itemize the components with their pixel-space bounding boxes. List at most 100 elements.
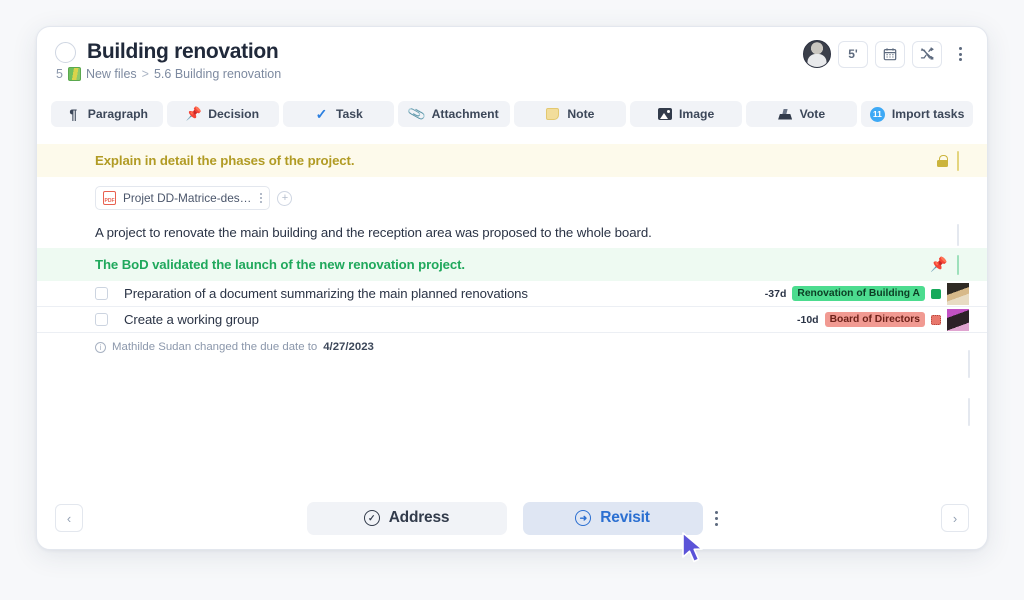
pilcrow-icon: ¶: [69, 106, 78, 122]
import-badge-icon: 11: [869, 106, 885, 122]
paragraph-rail-marker: [956, 224, 959, 246]
pushpin-icon[interactable]: 📌: [930, 256, 947, 273]
info-circle-icon: i: [95, 341, 106, 353]
task-meta: -10d Board of Directors: [797, 308, 969, 331]
shuffle-off-icon[interactable]: [912, 40, 942, 68]
breadcrumb-current: 5.6 Building renovation: [153, 67, 282, 81]
note-rail-marker: [956, 150, 959, 171]
ballot-box-icon: [778, 107, 793, 122]
lock-icon[interactable]: [936, 154, 948, 167]
attachment-filename: Projet DD-Matrice-des…: [123, 191, 252, 205]
toolbar-label: Paragraph: [87, 107, 149, 121]
header-actions: 5': [803, 40, 971, 68]
prev-button[interactable]: ‹: [55, 504, 83, 532]
toolbar-item-task[interactable]: ✓ Task: [282, 101, 395, 127]
toolbar-item-image[interactable]: Image: [629, 101, 742, 127]
task-color-marker: [931, 314, 941, 325]
revisit-label: Revisit: [600, 509, 650, 526]
toolbar-label: Vote: [799, 107, 826, 121]
page-title: Building renovation: [87, 40, 279, 63]
card-footer: ‹ ✓ Address ➜ Revisit ›: [37, 487, 987, 549]
task-label: Preparation of a document summarizing th…: [124, 286, 528, 301]
decision-text: The BoD validated the launch of the new …: [37, 248, 987, 281]
paragraph-row[interactable]: A project to renovate the main building …: [37, 217, 987, 248]
avatar[interactable]: [947, 308, 969, 331]
toolbar-label: Import tasks: [891, 107, 965, 121]
timer-button[interactable]: 5': [838, 40, 868, 68]
decision-block-row[interactable]: The BoD validated the launch of the new …: [37, 248, 987, 281]
check-circle-icon: ✓: [363, 510, 380, 526]
toolbar-label: Image: [679, 107, 715, 121]
paperclip-icon: 📎: [406, 103, 428, 124]
toolbar-item-import-tasks[interactable]: 11 Import tasks: [861, 101, 973, 127]
toolbar-item-paragraph[interactable]: ¶ Paragraph: [51, 101, 163, 127]
attachment-chip[interactable]: PDF Projet DD-Matrice-des…: [95, 186, 271, 210]
task-label: Create a working group: [124, 312, 259, 327]
note-block-row[interactable]: Explain in detail the phases of the proj…: [37, 144, 987, 177]
complete-toggle-circle[interactable]: [55, 41, 76, 63]
activity-log-entry: i Mathilde Sudan changed the due date to…: [37, 333, 987, 353]
checkbox-unchecked[interactable]: [95, 287, 108, 300]
add-attachment-icon[interactable]: +: [277, 190, 293, 206]
pdf-file-icon: PDF: [103, 191, 116, 205]
task-due: -37d: [764, 287, 787, 300]
toolbar-label: Note: [567, 107, 595, 121]
avatar[interactable]: [803, 40, 831, 68]
breadcrumb: 5 New files > 5.6 Building renovation: [56, 67, 281, 81]
activity-text: Mathilde Sudan changed the due date to: [112, 341, 318, 353]
table-row[interactable]: Create a working group -10d Board of Dir…: [37, 307, 987, 333]
toolbar-item-attachment[interactable]: 📎 Attachment: [398, 101, 510, 127]
card-header: Building renovation 5 New files > 5.6 Bu…: [37, 27, 987, 94]
sticky-note-icon: [545, 107, 560, 122]
arrow-circle-icon: ➜: [575, 510, 592, 526]
attachment-menu-icon[interactable]: [258, 193, 263, 203]
decision-row-actions: 📌: [930, 254, 959, 275]
avatar[interactable]: [947, 282, 969, 305]
status-badge[interactable]: Renovation of Building A: [792, 286, 925, 301]
toolbar-item-note[interactable]: Note: [514, 101, 626, 127]
task-meta: -37d Renovation of Building A: [764, 282, 969, 305]
decision-rail-marker: [956, 254, 959, 275]
kebab-menu-icon: [958, 47, 962, 61]
image-icon: [657, 107, 672, 122]
toolbar-item-decision[interactable]: 📌 Decision: [166, 101, 279, 127]
import-count: 11: [869, 106, 885, 122]
insert-toolbar: ¶ Paragraph 📌 Decision ✓ Task 📎 Attachme…: [37, 94, 987, 134]
breadcrumb-separator: >: [141, 67, 149, 81]
table-row[interactable]: Preparation of a document summarizing th…: [37, 281, 987, 307]
screen: Building renovation 5 New files > 5.6 Bu…: [0, 0, 1024, 600]
title-row: Building renovation: [55, 40, 281, 64]
toolbar-label: Task: [335, 107, 363, 121]
header-menu-button[interactable]: [949, 41, 971, 68]
book-icon: [67, 67, 81, 81]
footer-actions: ✓ Address ➜ Revisit: [83, 501, 941, 535]
scroll-rail-marker: [968, 350, 970, 378]
activity-date: 4/27/2023: [323, 341, 374, 353]
address-button[interactable]: ✓ Address: [306, 501, 507, 535]
paragraph-text: A project to renovate the main building …: [95, 225, 652, 240]
footer-menu-icon[interactable]: [714, 510, 718, 526]
breadcrumb-root[interactable]: New files: [86, 67, 137, 81]
toolbar-item-vote[interactable]: Vote: [745, 101, 858, 127]
toolbar-label: Attachment: [431, 107, 499, 121]
note-row-actions: [936, 150, 959, 171]
note-text: Explain in detail the phases of the proj…: [37, 144, 987, 177]
breadcrumb-number: 5: [56, 67, 63, 81]
revisit-button[interactable]: ➜ Revisit: [522, 501, 703, 535]
checkbox-unchecked[interactable]: [95, 313, 108, 326]
status-badge[interactable]: Board of Directors: [824, 312, 925, 327]
address-label: Address: [388, 509, 450, 526]
task-color-marker: [931, 288, 941, 299]
calendar-icon[interactable]: [875, 40, 905, 68]
toolbar-label: Decision: [208, 107, 260, 121]
mouse-cursor: [682, 532, 703, 563]
attachment-row: PDF Projet DD-Matrice-des… +: [37, 177, 987, 217]
pushpin-icon: 📌: [185, 106, 202, 121]
header-left: Building renovation 5 New files > 5.6 Bu…: [55, 40, 281, 81]
task-detail-card: Building renovation 5 New files > 5.6 Bu…: [36, 26, 988, 550]
content-body: Explain in detail the phases of the proj…: [37, 134, 987, 497]
check-icon: ✓: [315, 105, 328, 122]
task-due: -10d: [797, 313, 819, 326]
scroll-rail-marker: [968, 398, 970, 426]
next-button[interactable]: ›: [941, 504, 969, 532]
